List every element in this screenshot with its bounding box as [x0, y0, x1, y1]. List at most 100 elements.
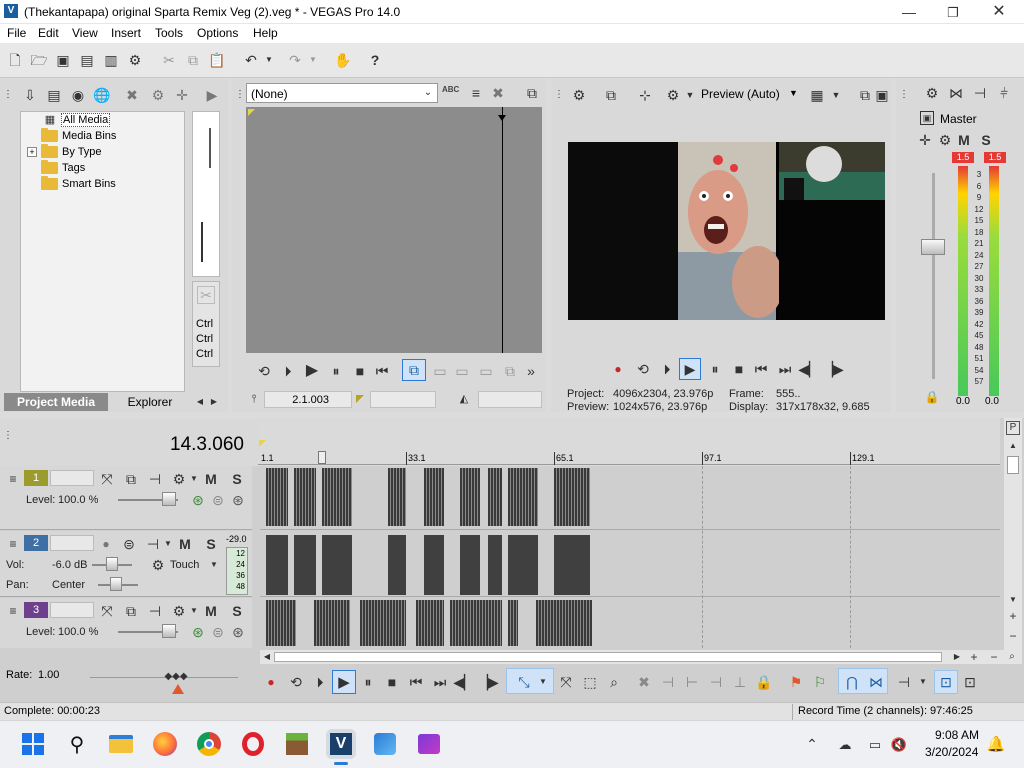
create-subclip-icon[interactable]: ⧉ [500, 361, 520, 381]
go-to-end-icon[interactable]: ⏭ [430, 672, 450, 692]
fx-dropdown-icon[interactable]: ▼ [164, 535, 172, 553]
go-to-start-icon[interactable]: ⏮ [406, 672, 426, 692]
master-fx-icon[interactable]: ⚙ [936, 131, 954, 149]
next-frame-icon[interactable]: ▕▶ [822, 359, 844, 379]
automation-mode[interactable]: Touch [170, 559, 199, 571]
zoom-out-icon[interactable]: − [988, 651, 1000, 663]
clear-icon[interactable]: ✖ [488, 83, 508, 103]
in-point-icon[interactable]: ⫯ [248, 391, 260, 407]
rate-slider-handle[interactable]: ◆◆◆ [164, 670, 188, 684]
menu-view[interactable]: View [72, 26, 98, 40]
track-name-field[interactable] [50, 470, 94, 486]
stop-icon[interactable]: ■ [350, 361, 370, 381]
auto-crossfade-icon[interactable]: ⋈ [866, 672, 886, 692]
open-folder-icon[interactable]: 🗁 [30, 51, 48, 69]
overlays-dropdown-icon[interactable]: ▼ [831, 85, 841, 105]
selection-tool-icon[interactable]: ⬚ [580, 672, 600, 692]
taskbar-date[interactable]: 3/20/2024 [925, 745, 978, 759]
pan-crop-icon[interactable]: ⧉ [122, 602, 140, 620]
render-icon[interactable]: ▥ [102, 51, 120, 69]
menu-edit[interactable]: Edit [38, 26, 59, 40]
zoom-tool-icon[interactable]: ⌕ [1006, 651, 1018, 663]
import-media-icon[interactable]: ⇩ [20, 85, 40, 105]
audio-event[interactable] [294, 535, 316, 595]
display-icon[interactable]: ▭ [866, 734, 884, 754]
insert-marker-icon[interactable]: ⚑ [786, 672, 806, 692]
video-event[interactable] [360, 600, 406, 646]
audio-event[interactable] [460, 535, 480, 595]
panel-grip-icon[interactable]: ⋮ [235, 87, 245, 103]
go-to-end-icon[interactable]: ⏭ [775, 359, 795, 379]
track-fx-icon[interactable]: ⚙ [170, 470, 188, 488]
menu-insert[interactable]: Insert [111, 26, 141, 40]
scroll-right-icon[interactable]: ▶ [952, 651, 962, 663]
minecraft-icon[interactable] [282, 729, 312, 759]
search-icon[interactable]: ⚲ [62, 729, 92, 759]
auto-preview-icon[interactable]: ✛ [172, 85, 192, 105]
cut-icon[interactable]: ✂ [160, 51, 178, 69]
firefox-icon[interactable] [150, 729, 180, 759]
media-fx-icon[interactable]: ⚙ [148, 85, 168, 105]
video-event[interactable] [536, 600, 592, 646]
fx-dropdown-icon[interactable]: ▼ [190, 602, 198, 620]
timeline-horizontal-scrollbar[interactable]: ◀ ▶ + − ⌕ [260, 650, 1022, 664]
capture-video-icon[interactable]: ▤ [44, 85, 64, 105]
stop-icon[interactable]: ■ [729, 359, 749, 379]
web-icon[interactable]: 🌐 [92, 85, 112, 105]
make-compositing-child-icon[interactable]: ⊜ [210, 624, 226, 640]
media-dropdown[interactable]: (None) ⌄ [246, 83, 438, 103]
mixer-faders-icon[interactable]: ⫩ [994, 83, 1014, 103]
compositing-icon[interactable]: ⊣ [146, 602, 164, 620]
video-event[interactable] [450, 600, 502, 646]
copy-snapshot-icon[interactable]: ⧉ [855, 85, 875, 105]
chrome-icon[interactable] [194, 729, 224, 759]
zoom-in-icon[interactable]: + [1007, 610, 1019, 622]
record-icon[interactable]: ● [262, 672, 280, 692]
tree-item-media-bins[interactable]: Media Bins [41, 128, 116, 144]
level-slider-handle[interactable] [162, 624, 176, 638]
playhead-handle[interactable] [318, 451, 326, 464]
copy-icon[interactable]: ⧉ [184, 51, 202, 69]
volume-muted-icon[interactable]: 🔇 [890, 734, 908, 754]
trimmer-options-icon[interactable]: ⧉ [522, 83, 542, 103]
motion-icon[interactable]: ⤧ [98, 470, 116, 488]
scroll-left-icon[interactable]: ◀ [262, 651, 272, 663]
fx-dropdown-icon[interactable]: ▼ [190, 470, 198, 488]
stop-icon[interactable]: ■ [382, 672, 402, 692]
make-compositing-child-icon[interactable]: ⊜ [210, 492, 226, 508]
video-event[interactable] [460, 468, 480, 526]
close-icon[interactable]: ✕ [982, 2, 1016, 22]
redo-dropdown-icon[interactable]: ▼ [308, 51, 318, 69]
lock-icon[interactable]: 🔒 [754, 672, 774, 692]
record-icon[interactable]: ● [609, 359, 627, 379]
menu-help[interactable]: Help [253, 26, 278, 40]
track-header-1[interactable]: ≡ 1 ⤧ ⧉ ⊣ ⚙ ▼ M S Level: 100.0 % ⊛ ⊜ ⊛ [0, 466, 252, 530]
video-event[interactable] [388, 468, 406, 526]
collapse-icon[interactable]: ≡ [6, 472, 20, 486]
audio-event[interactable] [554, 535, 590, 595]
video-fx-icon[interactable]: ⚙ [663, 85, 683, 105]
tree-item-by-type[interactable]: + By Type [27, 144, 102, 160]
master-mute-button[interactable]: M [956, 131, 972, 149]
video-event[interactable] [508, 468, 538, 526]
scroll-down-icon[interactable]: ▼ [1007, 594, 1019, 606]
track-header-3[interactable]: ≡ 3 ⤧ ⧉ ⊣ ⚙ ▼ M S Level: 100.0 % ⊛ ⊜ ⊛ [0, 598, 252, 648]
vegas-pro-icon[interactable]: V [326, 729, 356, 759]
scroll-thumb[interactable] [274, 652, 942, 662]
more-icon[interactable]: ▶ [204, 85, 220, 105]
save-icon[interactable]: ▣ [54, 51, 72, 69]
lock-icon[interactable]: 🔒 [924, 389, 940, 405]
motion-icon[interactable]: ⤧ [98, 602, 116, 620]
track-name-field[interactable] [50, 602, 94, 618]
play-from-start-icon[interactable]: ⏵ [310, 672, 330, 692]
undo-icon[interactable]: ↶ [242, 51, 260, 69]
add-to-timeline-icon[interactable]: ▭ [452, 361, 472, 381]
undo-dropdown-icon[interactable]: ▼ [264, 51, 274, 69]
tree-item-all-media[interactable]: ▦ All Media [41, 112, 111, 128]
master-bus-icon[interactable]: ▣ [920, 111, 934, 125]
insert-region-icon[interactable]: ⚐ [810, 672, 830, 692]
whats-this-help-icon[interactable]: ? [366, 51, 384, 69]
audio-event[interactable] [266, 535, 288, 595]
video-event[interactable] [416, 600, 444, 646]
pause-icon[interactable]: ⏸ [326, 361, 346, 381]
